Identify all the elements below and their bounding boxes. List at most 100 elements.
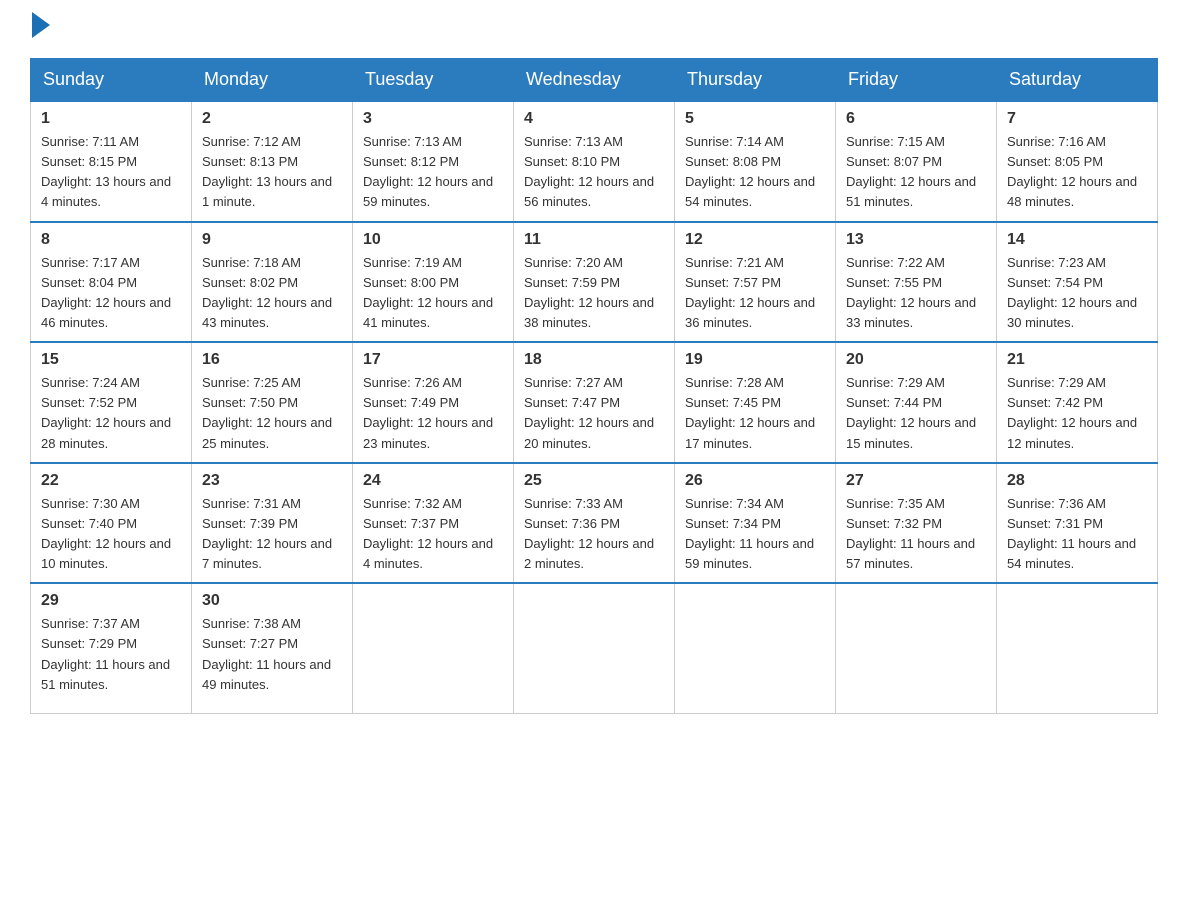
day-info: Sunrise: 7:27 AMSunset: 7:47 PMDaylight:… — [524, 375, 654, 450]
day-info: Sunrise: 7:16 AMSunset: 8:05 PMDaylight:… — [1007, 134, 1137, 209]
day-info: Sunrise: 7:32 AMSunset: 7:37 PMDaylight:… — [363, 496, 493, 571]
day-info: Sunrise: 7:31 AMSunset: 7:39 PMDaylight:… — [202, 496, 332, 571]
day-info: Sunrise: 7:18 AMSunset: 8:02 PMDaylight:… — [202, 255, 332, 330]
calendar-cell: 11 Sunrise: 7:20 AMSunset: 7:59 PMDayligh… — [514, 222, 675, 343]
calendar-cell: 2 Sunrise: 7:12 AMSunset: 8:13 PMDaylight… — [192, 101, 353, 222]
calendar-cell — [836, 583, 997, 713]
day-info: Sunrise: 7:25 AMSunset: 7:50 PMDaylight:… — [202, 375, 332, 450]
calendar-cell: 19 Sunrise: 7:28 AMSunset: 7:45 PMDayligh… — [675, 342, 836, 463]
day-info: Sunrise: 7:19 AMSunset: 8:00 PMDaylight:… — [363, 255, 493, 330]
calendar-cell: 29 Sunrise: 7:37 AMSunset: 7:29 PMDayligh… — [31, 583, 192, 713]
day-number: 23 — [202, 472, 342, 490]
day-number: 8 — [41, 231, 181, 249]
calendar-cell: 26 Sunrise: 7:34 AMSunset: 7:34 PMDayligh… — [675, 463, 836, 584]
calendar-cell: 25 Sunrise: 7:33 AMSunset: 7:36 PMDayligh… — [514, 463, 675, 584]
day-number: 27 — [846, 472, 986, 490]
calendar-cell: 8 Sunrise: 7:17 AMSunset: 8:04 PMDaylight… — [31, 222, 192, 343]
day-number: 6 — [846, 110, 986, 128]
day-info: Sunrise: 7:12 AMSunset: 8:13 PMDaylight:… — [202, 134, 332, 209]
calendar-cell: 13Sunrise: 7:22 AMSunset: 7:55 PMDayligh… — [836, 222, 997, 343]
day-number: 18 — [524, 351, 664, 369]
day-number: 14 — [1007, 231, 1147, 249]
day-number: 7 — [1007, 110, 1147, 128]
page-header — [30, 20, 1158, 38]
day-number: 5 — [685, 110, 825, 128]
header-tuesday: Tuesday — [353, 59, 514, 102]
day-info: Sunrise: 7:37 AMSunset: 7:29 PMDaylight:… — [41, 616, 170, 691]
day-number: 3 — [363, 110, 503, 128]
day-number: 25 — [524, 472, 664, 490]
calendar-cell: 1Sunrise: 7:11 AMSunset: 8:15 PMDaylight… — [31, 101, 192, 222]
calendar-cell: 27 Sunrise: 7:35 AMSunset: 7:32 PMDayligh… — [836, 463, 997, 584]
calendar-cell: 3 Sunrise: 7:13 AMSunset: 8:12 PMDaylight… — [353, 101, 514, 222]
calendar-cell: 10 Sunrise: 7:19 AMSunset: 8:00 PMDayligh… — [353, 222, 514, 343]
day-info: Sunrise: 7:22 AMSunset: 7:55 PMDaylight:… — [846, 255, 976, 330]
day-number: 2 — [202, 110, 342, 128]
day-info: Sunrise: 7:36 AMSunset: 7:31 PMDaylight:… — [1007, 496, 1136, 571]
day-info: Sunrise: 7:21 AMSunset: 7:57 PMDaylight:… — [685, 255, 815, 330]
calendar-cell: 5Sunrise: 7:14 AMSunset: 8:08 PMDaylight… — [675, 101, 836, 222]
day-info: Sunrise: 7:30 AMSunset: 7:40 PMDaylight:… — [41, 496, 171, 571]
calendar-table: Sunday Monday Tuesday Wednesday Thursday… — [30, 58, 1158, 714]
header-wednesday: Wednesday — [514, 59, 675, 102]
header-saturday: Saturday — [997, 59, 1158, 102]
header-thursday: Thursday — [675, 59, 836, 102]
calendar-cell: 4Sunrise: 7:13 AMSunset: 8:10 PMDaylight… — [514, 101, 675, 222]
day-info: Sunrise: 7:20 AMSunset: 7:59 PMDaylight:… — [524, 255, 654, 330]
calendar-cell: 14 Sunrise: 7:23 AMSunset: 7:54 PMDayligh… — [997, 222, 1158, 343]
day-number: 9 — [202, 231, 342, 249]
calendar-cell: 24 Sunrise: 7:32 AMSunset: 7:37 PMDayligh… — [353, 463, 514, 584]
calendar-cell: 12 Sunrise: 7:21 AMSunset: 7:57 PMDayligh… — [675, 222, 836, 343]
day-number: 1 — [41, 110, 181, 128]
day-number: 11 — [524, 231, 664, 249]
day-info: Sunrise: 7:23 AMSunset: 7:54 PMDaylight:… — [1007, 255, 1137, 330]
calendar-cell: 28 Sunrise: 7:36 AMSunset: 7:31 PMDayligh… — [997, 463, 1158, 584]
calendar-cell: 16 Sunrise: 7:25 AMSunset: 7:50 PMDayligh… — [192, 342, 353, 463]
calendar-cell: 30 Sunrise: 7:38 AMSunset: 7:27 PMDayligh… — [192, 583, 353, 713]
day-number: 19 — [685, 351, 825, 369]
day-info: Sunrise: 7:28 AMSunset: 7:45 PMDaylight:… — [685, 375, 815, 450]
day-number: 12 — [685, 231, 825, 249]
day-info: Sunrise: 7:17 AMSunset: 8:04 PMDaylight:… — [41, 255, 171, 330]
day-number: 30 — [202, 592, 342, 610]
calendar-cell: 21 Sunrise: 7:29 AMSunset: 7:42 PMDayligh… — [997, 342, 1158, 463]
calendar-cell: 9 Sunrise: 7:18 AMSunset: 8:02 PMDaylight… — [192, 222, 353, 343]
day-number: 29 — [41, 592, 181, 610]
day-number: 21 — [1007, 351, 1147, 369]
day-number: 16 — [202, 351, 342, 369]
day-number: 10 — [363, 231, 503, 249]
day-info: Sunrise: 7:34 AMSunset: 7:34 PMDaylight:… — [685, 496, 814, 571]
calendar-cell: 22 Sunrise: 7:30 AMSunset: 7:40 PMDayligh… — [31, 463, 192, 584]
logo — [30, 20, 50, 38]
day-number: 20 — [846, 351, 986, 369]
header-friday: Friday — [836, 59, 997, 102]
calendar-cell: 23 Sunrise: 7:31 AMSunset: 7:39 PMDayligh… — [192, 463, 353, 584]
calendar-cell: 18 Sunrise: 7:27 AMSunset: 7:47 PMDayligh… — [514, 342, 675, 463]
calendar-cell: 17 Sunrise: 7:26 AMSunset: 7:49 PMDayligh… — [353, 342, 514, 463]
weekday-header-row: Sunday Monday Tuesday Wednesday Thursday… — [31, 59, 1158, 102]
header-monday: Monday — [192, 59, 353, 102]
header-sunday: Sunday — [31, 59, 192, 102]
calendar-cell: 6 Sunrise: 7:15 AMSunset: 8:07 PMDaylight… — [836, 101, 997, 222]
day-info: Sunrise: 7:35 AMSunset: 7:32 PMDaylight:… — [846, 496, 975, 571]
day-number: 4 — [524, 110, 664, 128]
day-number: 15 — [41, 351, 181, 369]
day-info: Sunrise: 7:24 AMSunset: 7:52 PMDaylight:… — [41, 375, 171, 450]
day-info: Sunrise: 7:13 AMSunset: 8:12 PMDaylight:… — [363, 134, 493, 209]
day-info: Sunrise: 7:15 AMSunset: 8:07 PMDaylight:… — [846, 134, 976, 209]
calendar-cell: 20Sunrise: 7:29 AMSunset: 7:44 PMDayligh… — [836, 342, 997, 463]
day-number: 17 — [363, 351, 503, 369]
day-number: 26 — [685, 472, 825, 490]
calendar-cell — [353, 583, 514, 713]
day-info: Sunrise: 7:29 AMSunset: 7:42 PMDaylight:… — [1007, 375, 1137, 450]
logo-triangle-icon — [32, 12, 50, 38]
day-info: Sunrise: 7:33 AMSunset: 7:36 PMDaylight:… — [524, 496, 654, 571]
day-number: 28 — [1007, 472, 1147, 490]
day-info: Sunrise: 7:38 AMSunset: 7:27 PMDaylight:… — [202, 616, 331, 691]
calendar-cell — [514, 583, 675, 713]
day-number: 24 — [363, 472, 503, 490]
calendar-cell: 15 Sunrise: 7:24 AMSunset: 7:52 PMDayligh… — [31, 342, 192, 463]
day-info: Sunrise: 7:26 AMSunset: 7:49 PMDaylight:… — [363, 375, 493, 450]
calendar-cell — [675, 583, 836, 713]
day-number: 22 — [41, 472, 181, 490]
